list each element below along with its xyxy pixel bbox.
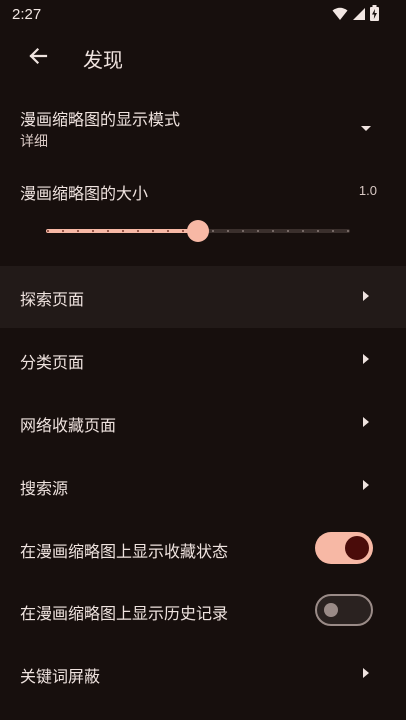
arrow-back-icon	[28, 46, 48, 70]
battery-charging-icon	[370, 5, 379, 25]
page-title: 发现	[83, 48, 123, 72]
slider-tick-mark	[257, 230, 259, 232]
slider-tick-mark	[227, 230, 229, 232]
slider-tick-mark	[182, 230, 184, 232]
thumbnail-size-slider[interactable]	[46, 220, 350, 242]
thumbnail-mode-label: 漫画缩略图的显示模式	[20, 110, 181, 129]
slider-tick-mark	[242, 230, 244, 232]
category-page-label: 分类页面	[20, 353, 85, 372]
slider-tick-mark	[62, 230, 64, 232]
chevron-right-icon	[363, 417, 369, 427]
slider-tick-mark	[272, 230, 274, 232]
thumbnail-mode-setting[interactable]: 漫画缩略图的显示模式 详细	[0, 96, 406, 158]
chevron-right-icon	[363, 668, 369, 678]
status-bar: 2:27	[0, 0, 406, 32]
slider-tick-mark	[152, 230, 154, 232]
explore-page-label: 探索页面	[20, 290, 85, 309]
explore-page-item[interactable]: 探索页面	[0, 266, 406, 328]
slider-tick-mark	[137, 230, 139, 232]
slider-tick-mark	[347, 230, 349, 232]
chevron-right-icon	[363, 480, 369, 490]
keyword-block-label: 关键词屏蔽	[20, 667, 101, 686]
thumbnail-size-label: 漫画缩略图的大小	[20, 184, 149, 203]
app-bar: 发现	[0, 32, 406, 84]
thumbnail-mode-value: 详细	[20, 134, 48, 150]
slider-tick-mark	[92, 230, 94, 232]
search-source-label: 搜索源	[20, 479, 69, 498]
keyword-block-item[interactable]: 关键词屏蔽	[0, 643, 406, 705]
switch-knob	[324, 603, 338, 617]
slider-tick-mark	[122, 230, 124, 232]
show-history-setting[interactable]: 在漫画缩略图上显示历史记录	[0, 580, 406, 642]
thumbnail-size-value: 1.0	[358, 183, 377, 198]
status-icons	[332, 5, 379, 25]
slider-tick-mark	[212, 230, 214, 232]
slider-tick-mark	[287, 230, 289, 232]
slider-tick-mark	[332, 230, 334, 232]
back-button[interactable]	[22, 42, 54, 74]
switch-knob	[345, 536, 369, 560]
slider-tick-mark	[47, 230, 49, 232]
wifi-icon	[332, 6, 348, 25]
show-favorite-status-setting[interactable]: 在漫画缩略图上显示收藏状态	[0, 518, 406, 580]
slider-tick-mark	[77, 230, 79, 232]
slider-tick-mark	[107, 230, 109, 232]
category-page-item[interactable]: 分类页面	[0, 329, 406, 391]
network-favorites-page-item[interactable]: 网络收藏页面	[0, 392, 406, 454]
chevron-right-icon	[363, 291, 369, 301]
show-favorite-status-switch[interactable]	[315, 532, 373, 564]
slider-tick-mark	[317, 230, 319, 232]
show-history-switch[interactable]	[315, 594, 373, 626]
search-source-item[interactable]: 搜索源	[0, 455, 406, 517]
network-favorites-page-label: 网络收藏页面	[20, 416, 117, 435]
slider-tick-mark	[302, 230, 304, 232]
show-favorite-status-label: 在漫画缩略图上显示收藏状态	[20, 542, 229, 561]
signal-icon	[352, 6, 366, 25]
show-history-label: 在漫画缩略图上显示历史记录	[20, 604, 229, 623]
chevron-right-icon	[363, 354, 369, 364]
dropdown-arrow-icon[interactable]	[361, 126, 371, 131]
status-time: 2:27	[12, 6, 42, 23]
slider-tick-mark	[167, 230, 169, 232]
slider-thumb[interactable]	[187, 220, 209, 242]
